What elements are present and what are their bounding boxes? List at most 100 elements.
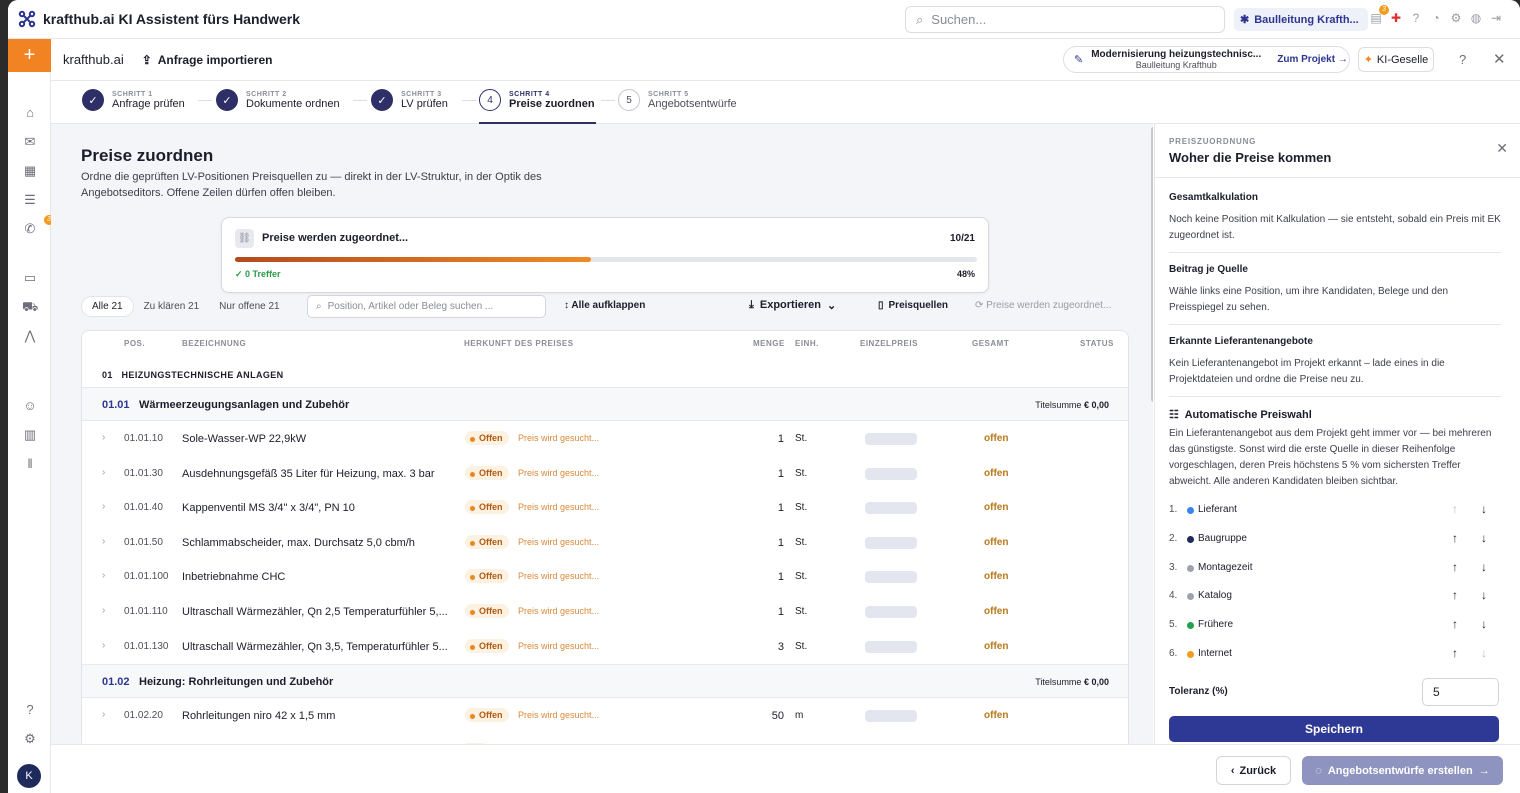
row-bezeichnung: Kappenventil MS 3/4" x 3/4", PN 10 [182, 502, 355, 515]
subgroup-header[interactable]: 01.02 Heizung: Rohrleitungen und Zubehör… [82, 664, 1128, 698]
settings-icon[interactable]: ⚙ [22, 731, 38, 747]
chevron-right-icon[interactable]: › [102, 570, 105, 581]
chevron-right-icon[interactable]: › [102, 501, 105, 512]
step-5[interactable]: 5 SCHRITT 5 Angebotsentwürfe [618, 89, 737, 111]
arrow-down-icon[interactable]: ↓ [1481, 617, 1487, 631]
table-row[interactable]: › 01.01.10 Sole-Wasser-WP 22,9kW Offen Preis… [82, 421, 1128, 456]
step-2[interactable]: ✓ SCHRITT 2 Dokumente ordnen [216, 89, 340, 111]
arrow-down-icon[interactable]: ↓ [1481, 560, 1487, 574]
global-search[interactable]: ⌕ Suchen... [905, 6, 1225, 33]
compass-icon[interactable]: ⋀ [22, 328, 38, 344]
calendar-icon[interactable]: ▦ [22, 163, 38, 179]
sum-value: € 0,00 [1083, 677, 1109, 687]
arrow-down-icon[interactable]: ↓ [1481, 531, 1487, 545]
row-pos: 01.01.100 [124, 571, 169, 583]
table-row[interactable]: › 01.01.50 Schlammabscheider, max. Durchsa… [82, 525, 1128, 560]
step-check-icon: ✓ [371, 89, 393, 111]
expand-all-button[interactable]: ↕ Alle aufklappen [564, 300, 645, 311]
step-name: LV prüfen [401, 97, 448, 110]
mail-icon[interactable]: ✉ [22, 134, 38, 150]
clipboard-icon[interactable]: ▤ 3 [1370, 5, 1389, 25]
avatar[interactable]: K [17, 764, 41, 788]
step-kicker: SCHRITT 4 [509, 90, 550, 98]
table-row[interactable]: › 01.01.40 Kappenventil MS 3/4" x 3/4", PN… [82, 490, 1128, 525]
arrow-up-icon[interactable]: ↑ [1452, 560, 1458, 574]
arrow-up-icon[interactable]: ↑ [1452, 588, 1458, 602]
help-icon[interactable]: ? [1410, 11, 1422, 25]
table-row[interactable]: › 01.01.130 Ultraschall Wärmezähler, Qn 3,… [82, 629, 1128, 664]
table-row[interactable]: › 01.02.20 Rohrleitungen niro 42 x 1,5 m… [82, 698, 1128, 733]
globe-icon[interactable]: ◍ [1470, 11, 1482, 25]
arrow-down-icon[interactable]: ↓ [1481, 588, 1487, 602]
step-1[interactable]: ✓ SCHRITT 1 Anfrage prüfen [82, 89, 185, 111]
table-row[interactable] [82, 733, 1128, 744]
subgroup-header[interactable]: 01.01 Wärmeerzeugungsanlagen und Zubehör… [82, 387, 1128, 421]
arrow-up-icon[interactable]: ↑ [1452, 646, 1458, 660]
price-sources-button[interactable]: ▯ Preisquellen [878, 300, 948, 311]
export-button[interactable]: ⤓ Exportieren ⌄ [749, 299, 836, 312]
help-icon[interactable]: ? [1459, 52, 1466, 67]
document-icon[interactable]: ▭ [22, 270, 38, 286]
refresh-icon: ⟳ [975, 300, 984, 311]
users-icon[interactable]: ☺ [22, 398, 38, 414]
library-icon[interactable]: ‖ [22, 456, 38, 472]
subgroup-sum: Titelsumme € 0,00 [1035, 400, 1109, 410]
filter-clarify[interactable]: Zu klären 21 [134, 297, 210, 316]
close-icon[interactable]: ✕ [1496, 140, 1508, 157]
row-status: offen [984, 502, 1009, 514]
breadcrumb[interactable]: krafthub.ai [51, 52, 124, 67]
main-scrollbar[interactable] [1151, 127, 1153, 402]
project-link[interactable]: Zum Projekt → [1277, 54, 1348, 65]
chevron-right-icon[interactable]: › [102, 605, 105, 616]
arrow-down-icon[interactable]: ↓ [1481, 502, 1487, 516]
table-row[interactable]: › 01.01.30 Ausdehnungsgefäß 35 Liter für H… [82, 456, 1128, 491]
row-source: Preis wird gesucht... [518, 640, 600, 651]
chevron-right-icon[interactable]: › [102, 536, 105, 547]
back-button[interactable]: ‹ Zurück [1216, 756, 1291, 785]
save-button[interactable]: Speichern [1169, 716, 1499, 742]
close-icon[interactable]: ✕ [1493, 50, 1506, 68]
gear-icon[interactable]: ⚙ [1450, 11, 1462, 25]
table-row[interactable]: › 01.01.100 Inbetriebnahme CHC Offen Preis w… [82, 559, 1128, 594]
home-icon[interactable]: ⌂ [22, 105, 38, 121]
step-kicker: SCHRITT 5 [648, 90, 689, 98]
chevron-right-icon[interactable]: › [102, 640, 105, 651]
arrow-up-icon[interactable]: ↑ [1452, 502, 1458, 516]
exit-icon[interactable]: ⇥ [1490, 11, 1502, 25]
org-switcher[interactable]: ✱ Baulleitung Krafth... [1234, 8, 1368, 31]
filter-open[interactable]: Nur offene 21 [209, 297, 289, 316]
table-row[interactable]: › 01.01.110 Ultraschall Wärmezähler, Qn 2,… [82, 594, 1128, 629]
position-search-input[interactable]: ⌕ Position, Artikel oder Beleg suchen ... [307, 295, 546, 318]
divider [1169, 324, 1501, 325]
arrow-down-icon[interactable]: ↓ [1481, 646, 1487, 660]
import-button[interactable]: ⇪ Anfrage importieren [142, 53, 273, 67]
step-3[interactable]: ✓ SCHRITT 3 LV prüfen [371, 89, 448, 111]
step-4[interactable]: 4 SCHRITT 4 Preise zuordnen [479, 89, 595, 111]
truck-icon[interactable]: ⛟ [22, 299, 38, 315]
bell-icon[interactable]: ◔ [1430, 11, 1442, 25]
arrow-up-icon[interactable]: ↑ [1452, 531, 1458, 545]
chevron-right-icon[interactable]: › [102, 432, 105, 443]
col-gesamt: GESAMT [972, 339, 1010, 348]
tasks-icon[interactable]: ☰ [22, 192, 38, 208]
spinner-icon: ◌ [1315, 764, 1322, 777]
create-drafts-button[interactable]: ◌ Angebotsentwürfe erstellen → [1302, 756, 1503, 785]
building-icon[interactable]: ▥ [22, 427, 38, 443]
tolerance-input[interactable]: 5 [1422, 678, 1499, 706]
help-circle-icon[interactable]: ? [22, 702, 38, 718]
col-menge: MENGE [753, 339, 785, 348]
phone-icon[interactable]: ✆ 3 [22, 215, 54, 237]
ki-geselle-button[interactable]: ✦ KI-Geselle [1358, 47, 1434, 72]
chevron-right-icon[interactable]: › [102, 709, 105, 720]
progress-percent: 48% [956, 269, 975, 279]
new-button[interactable]: + [8, 39, 51, 72]
upload-icon: ⇪ [141, 52, 152, 67]
page-intro: Ordne die geprüften LV-Positionen Preisq… [81, 171, 542, 199]
chevron-right-icon[interactable]: › [102, 467, 105, 478]
project-pill[interactable]: ✎ Modernisierung heizungstechnisc... Bau… [1063, 46, 1350, 73]
app-logo[interactable]: krafthub.ai KI Assistent fürs Handwerk [8, 10, 300, 28]
red-cross-icon[interactable]: ✚ [1390, 11, 1402, 25]
arrow-up-icon[interactable]: ↑ [1452, 617, 1458, 631]
section-title: Gesamtkalkulation [1169, 192, 1258, 203]
filter-all[interactable]: Alle 21 [81, 295, 134, 317]
